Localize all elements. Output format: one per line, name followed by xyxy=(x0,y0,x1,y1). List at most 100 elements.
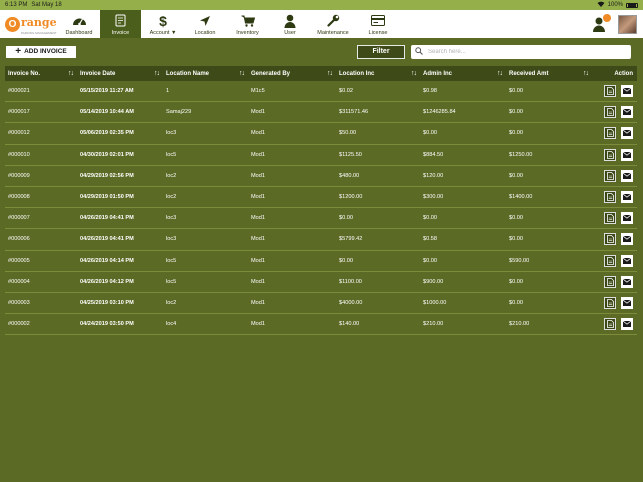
location-name-cell: loc2 xyxy=(166,299,177,306)
admin-inc-cell: $0.00 xyxy=(423,215,437,222)
header-location-name[interactable]: Location Name ↑↓ xyxy=(163,70,248,77)
table-row[interactable]: #000004 04/26/2019 04:12 PM loc5 Mod1 $1100.… xyxy=(5,272,637,293)
table-row[interactable]: #000002 04/24/2019 03:50 PM loc4 Mod1 $140.0… xyxy=(5,314,637,336)
email-icon[interactable] xyxy=(621,212,633,225)
table-row[interactable]: #000003 04/25/2019 03:10 PM loc2 Mod1 $4000.… xyxy=(5,293,637,315)
sort-icon[interactable]: ↑↓ xyxy=(497,70,503,77)
view-document-icon[interactable] xyxy=(604,169,616,182)
table-row[interactable]: #000010 04/30/2019 02:01 PM loc5 Mod1 $1125.… xyxy=(5,145,637,166)
filter-button[interactable]: Filter xyxy=(357,44,405,59)
search-icon xyxy=(415,46,423,57)
sort-icon[interactable]: ↑↓ xyxy=(411,70,417,77)
email-icon[interactable] xyxy=(621,127,633,140)
view-document-icon[interactable] xyxy=(604,275,616,288)
sort-icon[interactable]: ↑↓ xyxy=(154,70,160,77)
invoice-date-cell: 04/30/2019 02:01 PM xyxy=(80,151,134,158)
app-logo[interactable]: O range PARKING MANAGEMENT xyxy=(0,10,58,38)
view-document-icon[interactable] xyxy=(604,212,616,225)
nav-invoice[interactable]: Invoice xyxy=(100,10,141,38)
avatar[interactable] xyxy=(618,14,637,34)
nav-inventory[interactable]: Inventory xyxy=(225,10,270,38)
admin-inc-cell: $210.00 xyxy=(423,321,444,328)
header-generated-by[interactable]: Generated By ↑↓ xyxy=(248,70,336,77)
admin-inc-cell: $0.00 xyxy=(423,130,437,137)
header-invoice-no[interactable]: Invoice No. ↑↓ xyxy=(5,70,77,77)
location-name-cell: loc2 xyxy=(166,172,177,179)
email-icon[interactable] xyxy=(621,233,633,246)
location-name-cell: loc5 xyxy=(166,257,177,264)
table-row[interactable]: #000007 04/26/2019 04:41 PM loc3 Mod1 $0.00 $… xyxy=(5,208,637,230)
invoice-date-cell: 05/15/2019 11:27 AM xyxy=(80,88,134,95)
location-inc-cell: $0.00 xyxy=(339,215,353,222)
view-document-icon[interactable] xyxy=(604,85,616,98)
email-icon[interactable] xyxy=(621,275,633,288)
row-actions xyxy=(592,233,637,246)
location-name-cell: 1 xyxy=(166,88,170,95)
invoice-no-cell: #000017 xyxy=(8,109,30,116)
row-actions xyxy=(592,296,637,309)
view-document-icon[interactable] xyxy=(604,233,616,246)
table-row[interactable]: #000012 05/06/2019 02:35 PM loc3 Mod1 $50.00… xyxy=(5,123,637,145)
nav-user[interactable]: User xyxy=(270,10,310,38)
view-document-icon[interactable] xyxy=(604,318,616,331)
notifications-button[interactable] xyxy=(593,14,611,32)
nav-dashboard-label: Dashboard xyxy=(65,30,93,36)
view-document-icon[interactable] xyxy=(604,254,616,267)
nav-location[interactable]: Location xyxy=(185,10,225,38)
location-name-cell: loc3 xyxy=(166,215,177,222)
email-icon[interactable] xyxy=(621,254,633,267)
received-amt-cell: $0.00 xyxy=(509,215,523,222)
add-invoice-button[interactable]: + ADD INVOICE xyxy=(5,44,77,59)
status-bar: 6:13 PM Sat May 18 100% xyxy=(0,0,643,10)
invoice-no-cell: #000007 xyxy=(8,215,30,222)
view-document-icon[interactable] xyxy=(604,127,616,140)
view-document-icon[interactable] xyxy=(604,148,616,161)
email-icon[interactable] xyxy=(621,318,633,331)
location-name-cell: loc4 xyxy=(166,321,177,328)
generated-by-cell: Mod1 xyxy=(251,321,265,328)
nav-account[interactable]: $ Account ▼ xyxy=(141,10,185,38)
row-actions xyxy=(592,318,637,331)
nav-maintenance[interactable]: Maintenance xyxy=(310,10,356,38)
view-document-icon[interactable] xyxy=(604,106,616,119)
admin-inc-cell: $1000.00 xyxy=(423,299,447,306)
sort-icon[interactable]: ↑↓ xyxy=(68,70,74,77)
sort-icon[interactable]: ↑↓ xyxy=(327,70,333,77)
nav-dashboard[interactable]: Dashboard xyxy=(58,10,100,38)
email-icon[interactable] xyxy=(621,85,633,98)
email-icon[interactable] xyxy=(621,169,633,182)
view-document-icon[interactable] xyxy=(604,191,616,204)
admin-inc-cell: $1246285.84 xyxy=(423,109,456,116)
sort-icon[interactable]: ↑↓ xyxy=(239,70,245,77)
invoice-no-cell: #000003 xyxy=(8,299,30,306)
email-icon[interactable] xyxy=(621,106,633,119)
location-name-cell: loc2 xyxy=(166,194,177,201)
header-received-amt[interactable]: Received Amt ↑↓ xyxy=(506,70,592,77)
header-invoice-date-label: Invoice Date xyxy=(80,70,116,77)
generated-by-cell: Mod1 xyxy=(251,194,265,201)
view-document-icon[interactable] xyxy=(604,296,616,309)
email-icon[interactable] xyxy=(621,296,633,309)
header-location-inc[interactable]: Location Inc ↑↓ xyxy=(336,70,420,77)
row-actions xyxy=(592,148,637,161)
header-invoice-no-label: Invoice No. xyxy=(8,70,41,77)
received-amt-cell: $1400.00 xyxy=(509,194,533,201)
generated-by-cell: Mod1 xyxy=(251,109,265,116)
search-input[interactable] xyxy=(428,48,608,55)
table-row[interactable]: #000008 04/29/2019 01:50 PM loc2 Mod1 $1200.… xyxy=(5,187,637,209)
notification-badge xyxy=(603,14,611,22)
table-row[interactable]: #000006 04/26/2019 04:41 PM loc3 Mod1 $5799.… xyxy=(5,229,637,251)
email-icon[interactable] xyxy=(621,191,633,204)
nav-license[interactable]: License xyxy=(356,10,400,38)
table-row[interactable]: #000017 05/14/2019 10:44 AM Samaj229 Mod1 $3… xyxy=(5,102,637,124)
search-box[interactable] xyxy=(411,44,631,59)
sort-icon[interactable]: ↑↓ xyxy=(583,70,589,77)
header-admin-inc[interactable]: Admin Inc ↑↓ xyxy=(420,70,506,77)
header-invoice-date[interactable]: Invoice Date ↑↓ xyxy=(77,70,163,77)
location-name-cell: loc3 xyxy=(166,236,177,243)
email-icon[interactable] xyxy=(621,148,633,161)
table-row[interactable]: #000005 04/26/2019 04:14 PM loc5 Mod1 $0.00 $… xyxy=(5,251,637,272)
table-row[interactable]: #000009 04/29/2019 02:56 PM loc2 Mod1 $480.0… xyxy=(5,166,637,187)
table-row[interactable]: #000021 05/15/2019 11:27 AM 1 M1c5 $0.02 $0.9… xyxy=(5,81,637,103)
invoice-date-cell: 05/06/2019 02:35 PM xyxy=(80,130,134,137)
